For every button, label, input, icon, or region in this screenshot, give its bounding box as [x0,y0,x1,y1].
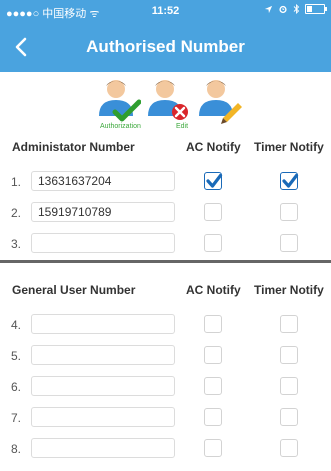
phone-number-input[interactable] [31,314,175,334]
timer-notify-checkbox[interactable] [280,346,298,364]
number-row: 1. [0,170,331,194]
ac-notify-checkbox[interactable] [204,203,222,221]
phone-number-input[interactable] [31,345,175,365]
row-index: 3. [11,237,22,251]
row-index: 2. [11,206,22,220]
bluetooth-icon [293,4,300,14]
admin-timer-notify-header: Timer Notify [254,140,324,154]
ac-notify-checkbox[interactable] [204,234,222,252]
timer-notify-checkbox[interactable] [280,408,298,426]
edit-user-button[interactable] [197,78,247,134]
status-bar: ●●●●○ 中国移动 ᯤ 11:52 [0,0,331,22]
timer-notify-checkbox[interactable] [280,234,298,252]
location-arrow-icon [264,5,273,13]
user-authorize-icon [99,80,142,122]
checkmark-icon [282,173,299,188]
ac-notify-checkbox[interactable] [204,346,222,364]
general-header-title: General User Number [12,283,136,297]
number-row: 2. [0,201,331,225]
phone-number-input[interactable] [31,233,175,253]
phone-number-input[interactable] [31,438,175,458]
authorization-caption: Authorization [100,123,141,130]
timer-notify-checkbox[interactable] [280,439,298,457]
row-index: 6. [11,380,22,394]
row-index: 7. [11,411,22,425]
user-delete-icon [148,80,188,120]
admin-header-title: Administator Number [12,140,135,154]
admin-header: Administator Number AC Notify Timer Noti… [0,137,331,157]
alarm-icon [279,5,287,14]
number-row: 4. [0,313,331,337]
ac-notify-checkbox[interactable] [204,315,222,333]
page-title: Authorised Number [86,37,245,56]
number-row: 7. [0,406,331,430]
checkmark-icon [206,173,223,188]
phone-number-input[interactable] [31,376,175,396]
admin-ac-notify-header: AC Notify [186,140,241,154]
battery-icon [305,4,327,14]
ac-notify-checkbox[interactable] [204,408,222,426]
phone-number-input[interactable] [31,202,175,222]
general-header: General User Number AC Notify Timer Noti… [0,280,331,300]
phone-number-input[interactable] [31,407,175,427]
timer-notify-checkbox[interactable] [280,377,298,395]
row-index: 8. [11,442,22,456]
row-index: 4. [11,318,22,332]
ac-notify-checkbox[interactable] [204,439,222,457]
delete-user-button[interactable] [146,78,196,134]
timer-notify-checkbox[interactable] [280,203,298,221]
user-edit-icon [199,80,242,124]
general-timer-notify-header: Timer Notify [254,283,324,297]
phone-number-input[interactable] [31,171,175,191]
number-row: 5. [0,344,331,368]
general-ac-notify-header: AC Notify [186,283,241,297]
status-icons [264,4,327,14]
number-row: 3. [0,232,331,256]
timer-notify-checkbox[interactable] [280,315,298,333]
number-row: 6. [0,375,331,399]
user-toolbar: Authorization Edit [0,78,331,134]
section-divider [0,260,331,263]
row-index: 5. [11,349,22,363]
row-index: 1. [11,175,22,189]
nav-bar: Authorised Number [0,22,331,72]
number-row: 8. [0,437,331,461]
edit-caption: Edit [176,123,189,130]
timer-notify-checkbox[interactable] [280,172,299,190]
ac-notify-checkbox[interactable] [204,377,222,395]
ac-notify-checkbox[interactable] [204,172,223,190]
